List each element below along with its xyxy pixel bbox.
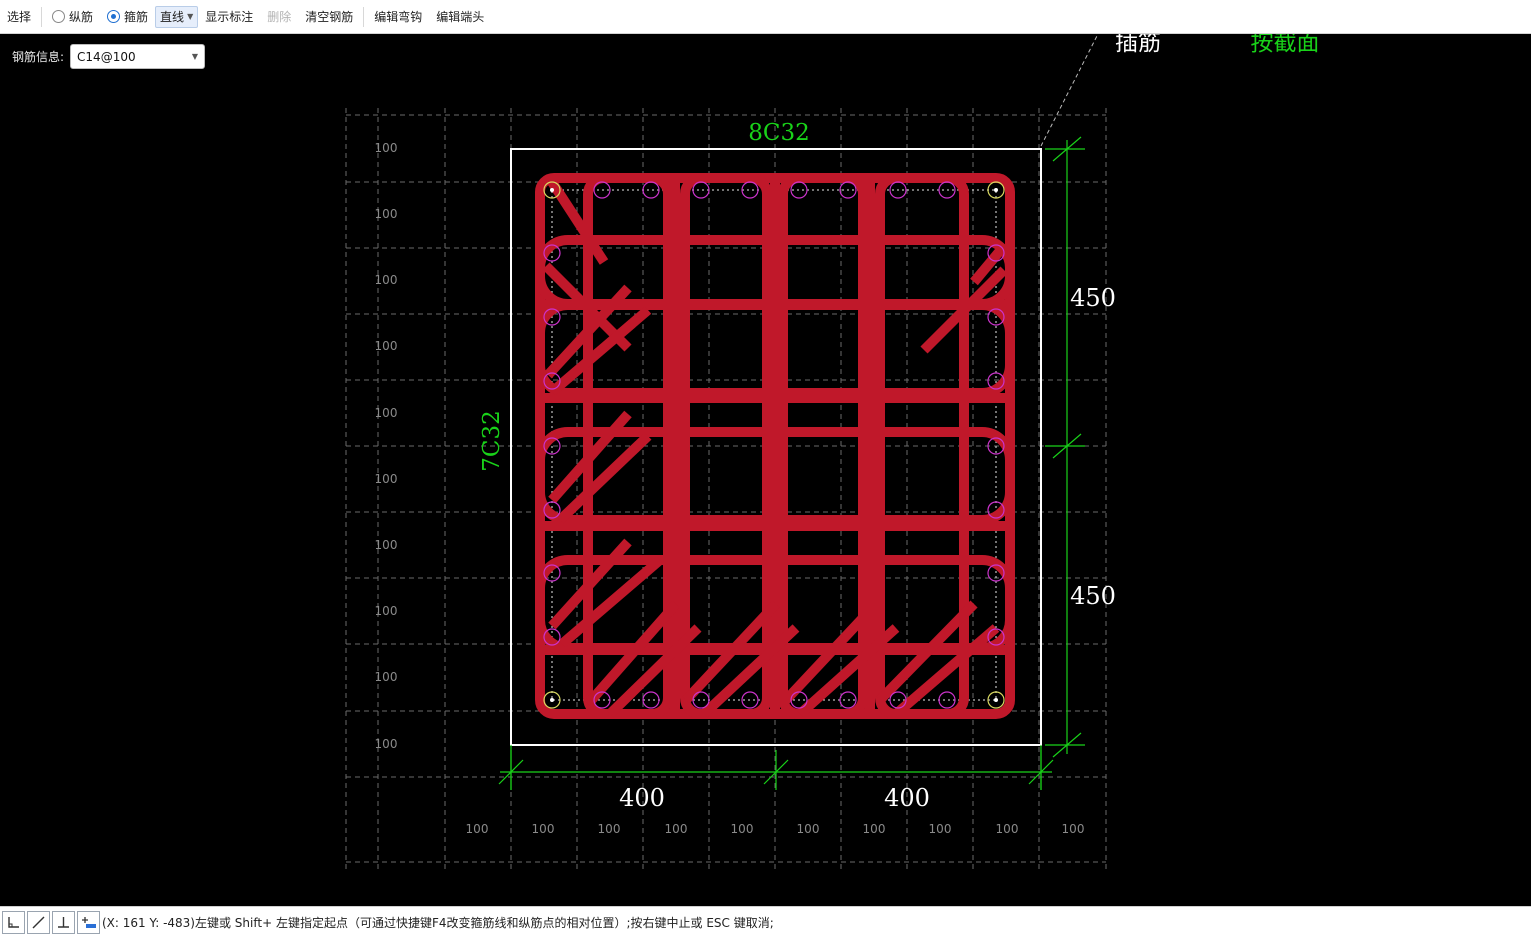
status-message: (X: 161 Y: -483)左键或 Shift+ 左键指定起点（可通过快捷键…: [102, 915, 774, 930]
toolbar: 选择 纵筋 箍筋 直线 ▼ 显示标注 删除 清空钢筋 编辑弯钩 编辑端头: [0, 0, 1531, 34]
edit-end-label: 编辑端头: [436, 10, 485, 24]
app-window: 选择 纵筋 箍筋 直线 ▼ 显示标注 删除 清空钢筋 编辑弯钩 编辑端头 100…: [0, 0, 1531, 937]
grid-label: 100: [1062, 822, 1085, 836]
corner-label-insert: 插筋: [1115, 34, 1161, 56]
grid-layer: 100 100 100 100 100 100 100 100 100 100 100 100 100 1…: [345, 108, 1107, 870]
delete-label: 删除: [267, 10, 292, 24]
longitudinal-label: 纵筋: [69, 10, 94, 24]
edit-hook-button[interactable]: 编辑弯钩: [367, 5, 429, 29]
cad-drawing[interactable]: 100 100 100 100 100 100 100 100 100 100 100 100 100 1…: [0, 34, 1531, 906]
clear-rebar-label: 清空钢筋: [305, 10, 354, 24]
line-mode-dropdown[interactable]: 直线 ▼: [155, 5, 199, 28]
grid-label: 100: [375, 273, 398, 287]
grid-label: 100: [375, 737, 398, 751]
longitudinal-bar: [642, 181, 660, 199]
corner-bar-dot: [550, 188, 554, 192]
longitudinal-radio[interactable]: 纵筋: [45, 5, 100, 29]
toolbar-divider: [41, 6, 43, 27]
line-icon: [32, 916, 45, 928]
grid-label: 100: [731, 822, 754, 836]
dim-right-top: 450: [1070, 284, 1116, 312]
longitudinal-bar: [741, 181, 759, 199]
grid-label: 100: [375, 604, 398, 618]
dim-right-bottom: 450: [1070, 582, 1116, 610]
show-annotation-label: 显示标注: [205, 10, 254, 24]
grid-label: 100: [466, 822, 489, 836]
chevron-down-icon: ▼: [191, 52, 199, 61]
grid-label: 100: [375, 339, 398, 353]
longitudinal-bar: [692, 691, 710, 709]
ortho-button[interactable]: [2, 910, 25, 934]
grid-label: 100: [375, 406, 398, 420]
chevron-down-icon: ▼: [187, 12, 194, 21]
longitudinal-bar: [642, 691, 660, 709]
grid-label: 100: [375, 670, 398, 684]
longitudinal-bar: [692, 181, 710, 199]
offset-icon: [82, 916, 96, 928]
corner-bar-dot: [994, 188, 998, 192]
dim-bottom-left: 400: [619, 784, 665, 812]
rebar-info-row: 钢筋信息: C14@100 ▼: [12, 44, 206, 69]
grid-label: 100: [598, 822, 621, 836]
perpendicular-icon: [58, 916, 69, 928]
edit-hook-label: 编辑弯钩: [374, 10, 423, 24]
grid-label: 100: [996, 822, 1019, 836]
grid-label: 100: [375, 207, 398, 221]
offset-button[interactable]: [77, 910, 100, 934]
corner-bar-dot: [994, 698, 998, 702]
edit-end-button[interactable]: 编辑端头: [429, 5, 491, 29]
radio-icon: [52, 10, 66, 23]
select-button[interactable]: 选择: [0, 5, 38, 29]
rebar-info-value: C14@100: [77, 49, 136, 64]
drawing-canvas[interactable]: 100 100 100 100 100 100 100 100 100 100 100 100 100 1…: [0, 34, 1531, 906]
delete-button[interactable]: 删除: [260, 5, 298, 29]
stirrup-label: 箍筋: [124, 10, 149, 24]
stirrup-radio[interactable]: 箍筋: [100, 5, 155, 29]
grid-label: 100: [797, 822, 820, 836]
top-rebar-label[interactable]: 8C32: [748, 120, 810, 146]
rebar-info-label: 钢筋信息:: [12, 50, 65, 64]
leader-line: [1040, 34, 1099, 147]
toolbar-divider: [363, 6, 365, 27]
radio-selected-icon: [107, 10, 121, 23]
text-layer: 8C32 7C32 插筋 按截面 450 450 400 400: [479, 34, 1320, 812]
show-annotation-button[interactable]: 显示标注: [198, 5, 260, 29]
select-label: 选择: [7, 10, 32, 24]
line-button[interactable]: [27, 910, 50, 934]
dim-bottom-right: 400: [884, 784, 930, 812]
grid-label: 100: [375, 538, 398, 552]
ortho-icon: [8, 916, 19, 928]
rebar-info-select[interactable]: C14@100 ▼: [70, 44, 206, 69]
clear-rebar-button[interactable]: 清空钢筋: [298, 5, 360, 29]
grid-label: 100: [375, 472, 398, 486]
grid-label: 100: [375, 141, 398, 155]
perpendicular-button[interactable]: [52, 910, 75, 934]
grid-label: 100: [929, 822, 952, 836]
corner-bar-dot: [550, 698, 554, 702]
side-rebar-label[interactable]: 7C32: [479, 410, 505, 472]
longitudinal-bar: [938, 691, 956, 709]
status-bar: (X: 161 Y: -483)左键或 Shift+ 左键指定起点（可通过快捷键…: [0, 906, 1531, 937]
line-mode-label: 直线: [160, 10, 185, 24]
grid-label: 100: [665, 822, 688, 836]
grid-label: 100: [863, 822, 886, 836]
grid-label: 100: [532, 822, 555, 836]
corner-label-section: 按截面: [1251, 34, 1320, 56]
